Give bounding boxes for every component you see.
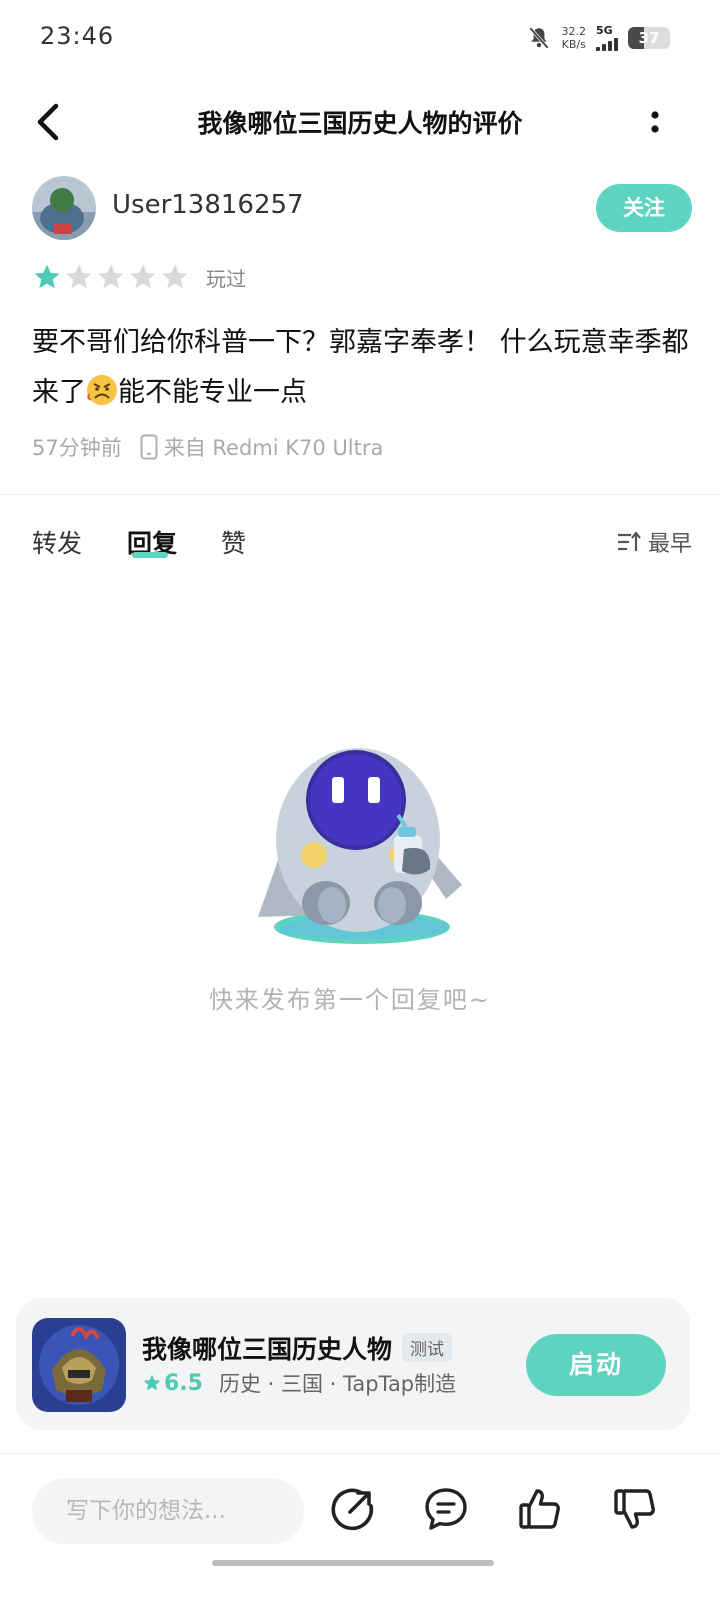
phone-icon	[140, 434, 158, 460]
bottom-action-bar: 写下你的想法...	[0, 1460, 720, 1570]
net-speed: 32.2 KB/s	[561, 25, 587, 51]
avatar[interactable]	[32, 176, 96, 240]
app-card[interactable]: 我像哪位三国历史人物 测试 6.5 历史 · 三国 · TapTap制造 启动	[16, 1298, 690, 1430]
tab-repost[interactable]: 转发	[32, 524, 82, 560]
app-icon[interactable]	[32, 1318, 126, 1412]
review-content: 要不哥们给你科普一下？郭嘉字奉孝！ 什么玩意幸季都来了 能不能专业一点	[32, 327, 689, 408]
more-icon	[651, 111, 659, 133]
username[interactable]: User13816257	[112, 190, 304, 220]
active-tab-indicator	[132, 552, 168, 558]
reply-tabs: 转发 回复 赞 最早	[32, 520, 692, 570]
author-row: User13816257 关注	[32, 176, 692, 242]
device-label: 来自 Redmi K70 Ultra	[163, 436, 384, 460]
status-icons: 32.2 KB/s 5G 37	[526, 22, 670, 54]
launch-button[interactable]: 启动	[526, 1334, 666, 1396]
follow-button[interactable]: 关注	[596, 184, 692, 232]
more-button[interactable]	[640, 106, 670, 138]
top-nav: 我像哪位三国历史人物的评价	[0, 86, 720, 158]
home-indicator	[212, 1560, 494, 1566]
thumbs-down-icon[interactable]	[612, 1486, 658, 1532]
star-empty-icon	[98, 264, 124, 289]
angry-face-emoji-icon	[87, 375, 117, 405]
app-meta: 6.5 历史 · 三国 · TapTap制造	[142, 1368, 456, 1398]
signal-icon: 5G	[596, 25, 618, 51]
rating: 玩过	[32, 262, 246, 292]
page-title: 我像哪位三国历史人物的评价	[197, 109, 523, 138]
status-time: 23:46	[40, 22, 115, 50]
star-filled-icon	[34, 264, 60, 289]
bell-muted-icon	[528, 27, 549, 49]
thumbs-up-icon[interactable]	[517, 1486, 563, 1532]
divider	[0, 494, 720, 495]
test-badge: 测试	[402, 1333, 453, 1362]
divider	[0, 1453, 720, 1454]
comment-input[interactable]: 写下你的想法...	[32, 1478, 304, 1544]
star-icon	[143, 1374, 161, 1391]
sort-icon	[617, 531, 641, 551]
status-bar: 23:46 32.2 KB/s 5G 37	[0, 0, 720, 76]
tab-likes[interactable]: 赞	[221, 524, 246, 560]
battery-icon: 37	[628, 27, 670, 49]
app-name[interactable]: 我像哪位三国历史人物 测试	[142, 1330, 453, 1366]
share-icon[interactable]	[330, 1486, 376, 1532]
back-arrow-icon	[37, 103, 59, 141]
star-empty-icon	[162, 264, 188, 289]
time-ago: 57分钟前	[32, 436, 122, 460]
review-meta: 57分钟前 来自 Redmi K70 Ultra	[32, 432, 383, 462]
robot-mascot-illustration	[258, 748, 462, 944]
empty-state-text: 快来发布第一个回复吧~	[208, 986, 492, 1014]
app-score: 6.5	[142, 1371, 203, 1396]
star-empty-icon	[130, 264, 156, 289]
back-button[interactable]	[30, 100, 70, 144]
app-tags: 历史 · 三国 · TapTap制造	[218, 1372, 457, 1396]
comment-icon[interactable]	[423, 1486, 469, 1532]
star-empty-icon	[66, 264, 92, 289]
played-label: 玩过	[206, 266, 246, 291]
sort-button[interactable]: 最早	[616, 526, 692, 558]
